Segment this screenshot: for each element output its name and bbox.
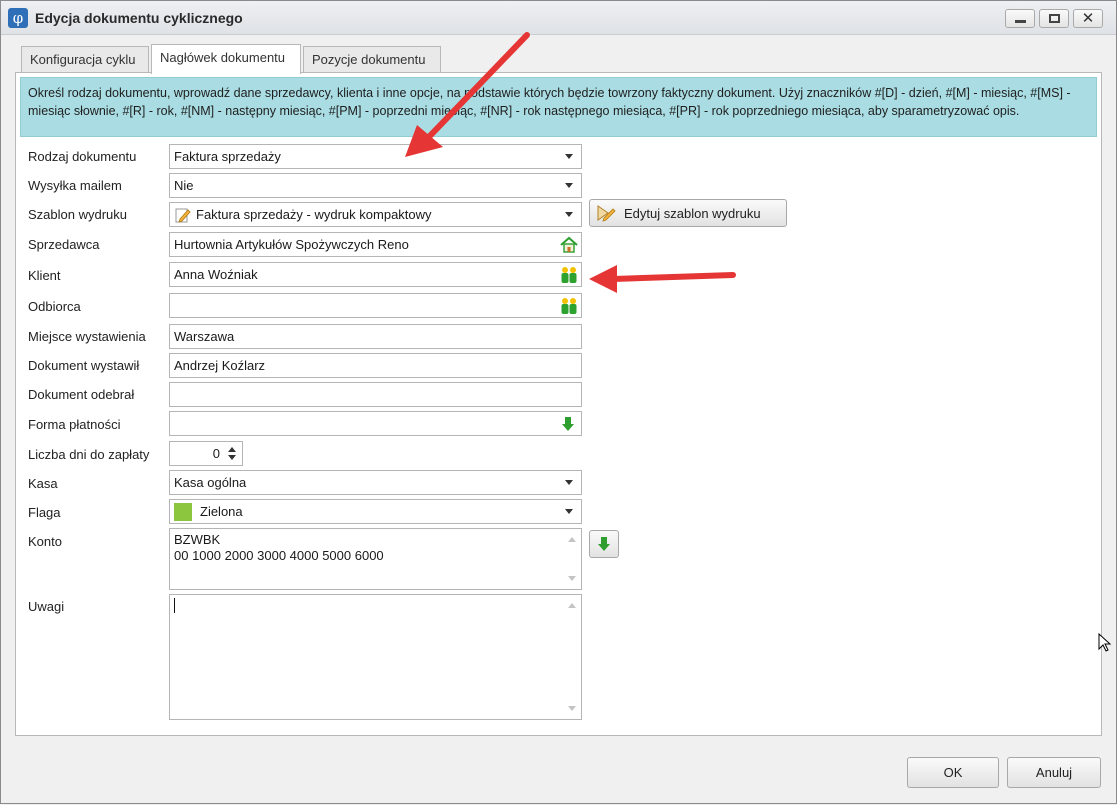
template-edit-icon (597, 205, 616, 222)
konto-line2: 00 1000 2000 3000 4000 5000 6000 (174, 548, 384, 563)
miejsce-label: Miejsce wystawienia (28, 329, 146, 344)
rodzaj-value: Faktura sprzedaży (174, 149, 281, 164)
flaga-dropdown[interactable]: Zielona (169, 499, 582, 524)
klient-label: Klient (28, 268, 61, 283)
window-title: Edycja dokumentu cyklicznego (35, 10, 243, 26)
tab-naglowek-dokumentu[interactable]: Nagłówek dokumentu (151, 44, 301, 74)
dni-label: Liczba dni do zapłaty (28, 447, 150, 462)
scroll-down-icon[interactable] (568, 576, 576, 581)
ok-button[interactable]: OK (907, 757, 999, 788)
scroll-up-icon[interactable] (568, 603, 576, 608)
flaga-value: Zielona (200, 504, 243, 519)
minimize-button[interactable] (1005, 9, 1035, 28)
konto-line1: BZWBK (174, 532, 221, 547)
green-down-arrow-icon[interactable] (561, 416, 575, 432)
sprzedawca-label: Sprzedawca (28, 237, 100, 252)
miejsce-value: Warszawa (174, 329, 235, 344)
sprzedawca-field[interactable]: Hurtownia Artykułów Spożywczych Reno (169, 232, 582, 257)
odbiorca-field[interactable] (169, 293, 582, 318)
dropdown-arrow-icon[interactable] (565, 509, 573, 514)
uwagi-label: Uwagi (28, 599, 65, 614)
text-caret (174, 598, 175, 613)
uwagi-textarea[interactable] (169, 594, 582, 720)
platnosc-label: Forma płatności (28, 417, 121, 432)
konto-select-button[interactable] (589, 530, 619, 558)
wystawil-label: Dokument wystawił (28, 358, 140, 373)
info-banner: Określ rodzaj dokumentu, wprowadź dane s… (20, 77, 1097, 137)
wysylka-dropdown[interactable]: Nie (169, 173, 582, 198)
maximize-button[interactable] (1039, 9, 1069, 28)
tab-konfiguracja-cyklu[interactable]: Konfiguracja cyklu (21, 46, 149, 73)
wystawil-input[interactable]: Andrzej Koźlarz (169, 353, 582, 378)
dropdown-arrow-icon[interactable] (565, 212, 573, 217)
spin-down-icon[interactable] (228, 455, 236, 460)
kasa-label: Kasa (28, 476, 58, 491)
miejsce-input[interactable]: Warszawa (169, 324, 582, 349)
odebral-label: Dokument odebrał (28, 387, 135, 402)
tab-panel: Określ rodzaj dokumentu, wprowadź dane s… (15, 72, 1102, 736)
green-down-arrow-icon (598, 537, 610, 551)
app-logo-icon: φ (8, 8, 28, 28)
minimize-icon (1014, 20, 1026, 23)
flag-color-swatch (174, 502, 192, 521)
dni-stepper[interactable]: 0 (169, 441, 243, 466)
contacts-icon[interactable] (559, 265, 579, 285)
spin-up-icon[interactable] (228, 447, 236, 452)
dropdown-arrow-icon[interactable] (565, 480, 573, 485)
wysylka-value: Nie (174, 178, 194, 193)
tab-pozycje-dokumentu[interactable]: Pozycje dokumentu (303, 46, 441, 73)
dropdown-arrow-icon[interactable] (565, 154, 573, 159)
kasa-dropdown[interactable]: Kasa ogólna (169, 470, 582, 495)
klient-value: Anna Woźniak (174, 267, 258, 282)
edit-template-label: Edytuj szablon wydruku (624, 205, 761, 221)
szablon-value: Faktura sprzedaży - wydruk kompaktowy (196, 207, 432, 222)
home-icon[interactable] (559, 235, 579, 255)
mouse-cursor-icon (1098, 633, 1112, 652)
wystawil-value: Andrzej Koźlarz (174, 358, 266, 373)
rodzaj-dropdown[interactable]: Faktura sprzedaży (169, 144, 582, 169)
title-bar: φ Edycja dokumentu cyklicznego ✕ (1, 1, 1116, 35)
kasa-value: Kasa ogólna (174, 475, 247, 490)
uwagi-scrollbar[interactable] (563, 595, 581, 719)
flaga-label: Flaga (28, 505, 61, 520)
szablon-dropdown[interactable]: Faktura sprzedaży - wydruk kompaktowy (169, 202, 582, 227)
konto-textarea[interactable]: BZWBK 00 1000 2000 3000 4000 5000 6000 (169, 528, 582, 590)
close-icon: ✕ (1081, 10, 1095, 27)
konto-scrollbar[interactable] (563, 529, 581, 589)
maximize-icon (1048, 14, 1060, 23)
szablon-label: Szablon wydruku (28, 207, 127, 222)
wysylka-label: Wysyłka mailem (28, 178, 122, 193)
klient-field[interactable]: Anna Woźniak (169, 262, 582, 287)
rodzaj-label: Rodzaj dokumentu (28, 149, 137, 164)
platnosc-field[interactable] (169, 411, 582, 436)
scroll-up-icon[interactable] (568, 537, 576, 542)
scroll-down-icon[interactable] (568, 706, 576, 711)
contacts-icon[interactable] (559, 296, 579, 316)
template-edit-icon (175, 208, 191, 223)
edit-template-button[interactable]: Edytuj szablon wydruku (589, 199, 787, 227)
close-button[interactable]: ✕ (1073, 9, 1103, 28)
cancel-button[interactable]: Anuluj (1007, 757, 1101, 788)
sprzedawca-value: Hurtownia Artykułów Spożywczych Reno (174, 237, 409, 252)
dialog-window: φ Edycja dokumentu cyklicznego ✕ Konfigu… (0, 0, 1117, 804)
dropdown-arrow-icon[interactable] (565, 183, 573, 188)
odebral-input[interactable] (169, 382, 582, 407)
odbiorca-label: Odbiorca (28, 299, 81, 314)
konto-label: Konto (28, 534, 62, 549)
dni-value: 0 (212, 446, 220, 461)
